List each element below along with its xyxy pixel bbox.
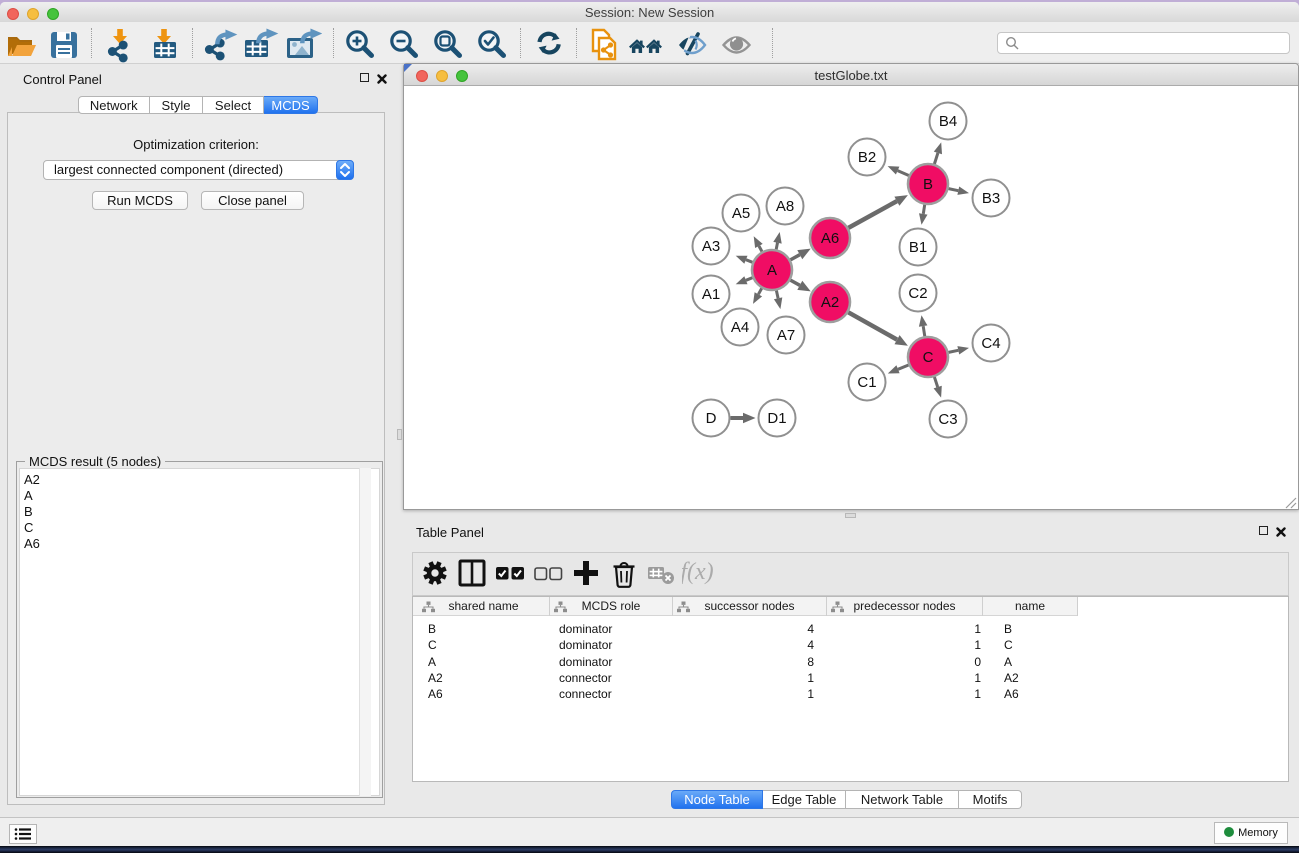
svg-text:A: A	[767, 262, 777, 279]
svg-text:D1: D1	[767, 410, 786, 427]
svg-text:A2: A2	[821, 294, 839, 311]
svg-text:B: B	[923, 176, 933, 193]
svg-text:B1: B1	[909, 239, 927, 256]
svg-text:C3: C3	[938, 411, 957, 428]
svg-text:B3: B3	[982, 190, 1000, 207]
svg-text:A8: A8	[776, 198, 794, 215]
svg-text:A1: A1	[702, 286, 720, 303]
svg-text:D: D	[706, 410, 717, 427]
svg-text:A4: A4	[731, 319, 749, 336]
svg-text:C2: C2	[908, 285, 927, 302]
svg-text:A3: A3	[702, 238, 720, 255]
svg-text:C: C	[923, 349, 934, 366]
svg-text:B4: B4	[939, 113, 957, 130]
svg-text:C4: C4	[981, 335, 1000, 352]
svg-text:A7: A7	[777, 327, 795, 344]
svg-text:f(x): f(x)	[682, 559, 714, 585]
svg-text:A5: A5	[732, 205, 750, 222]
svg-text:B2: B2	[858, 149, 876, 166]
svg-text:A6: A6	[821, 230, 839, 247]
svg-text:C1: C1	[857, 374, 876, 391]
